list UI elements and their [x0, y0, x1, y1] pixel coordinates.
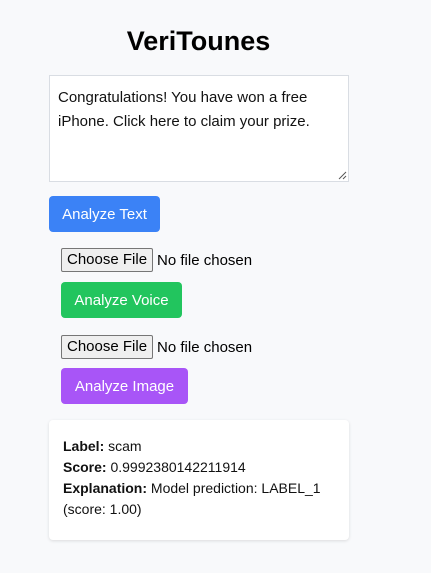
app-title: VeriTounes — [126, 26, 271, 56]
result-label-key: Label: — [63, 438, 105, 454]
result-label-value: scam — [108, 438, 142, 454]
result-explanation-key: Explanation: — [63, 480, 148, 496]
analyze-image-button[interactable]: Analyze Image — [61, 368, 188, 404]
result-label-row: Label: scam — [63, 436, 335, 457]
resize-grip-icon[interactable] — [337, 170, 347, 180]
result-score-value: 0.9992380142211914 — [110, 459, 246, 475]
result-score-key: Score: — [63, 459, 107, 475]
analyze-text-button[interactable]: Analyze Text — [49, 196, 160, 232]
result-card: Label: scam Score: 0.9992380142211914 Ex… — [49, 420, 349, 540]
message-textarea[interactable]: Congratulations! You have won a free iPh… — [49, 75, 349, 182]
result-explanation-row: Explanation: Model prediction: LABEL_1 (… — [63, 478, 335, 520]
voice-file-status: No file chosen — [157, 251, 253, 269]
image-choose-file-button[interactable]: Choose File — [61, 335, 154, 359]
app-root: VeriTounes Congratulations! You have won… — [0, 0, 431, 573]
voice-choose-file-button[interactable]: Choose File — [61, 248, 154, 272]
analyze-voice-button[interactable]: Analyze Voice — [61, 282, 182, 318]
image-file-status: No file chosen — [157, 338, 253, 356]
result-score-row: Score: 0.9992380142211914 — [63, 457, 335, 478]
image-file-input[interactable]: Choose File No file chosen — [61, 335, 252, 359]
voice-file-input[interactable]: Choose File No file chosen — [61, 248, 252, 272]
